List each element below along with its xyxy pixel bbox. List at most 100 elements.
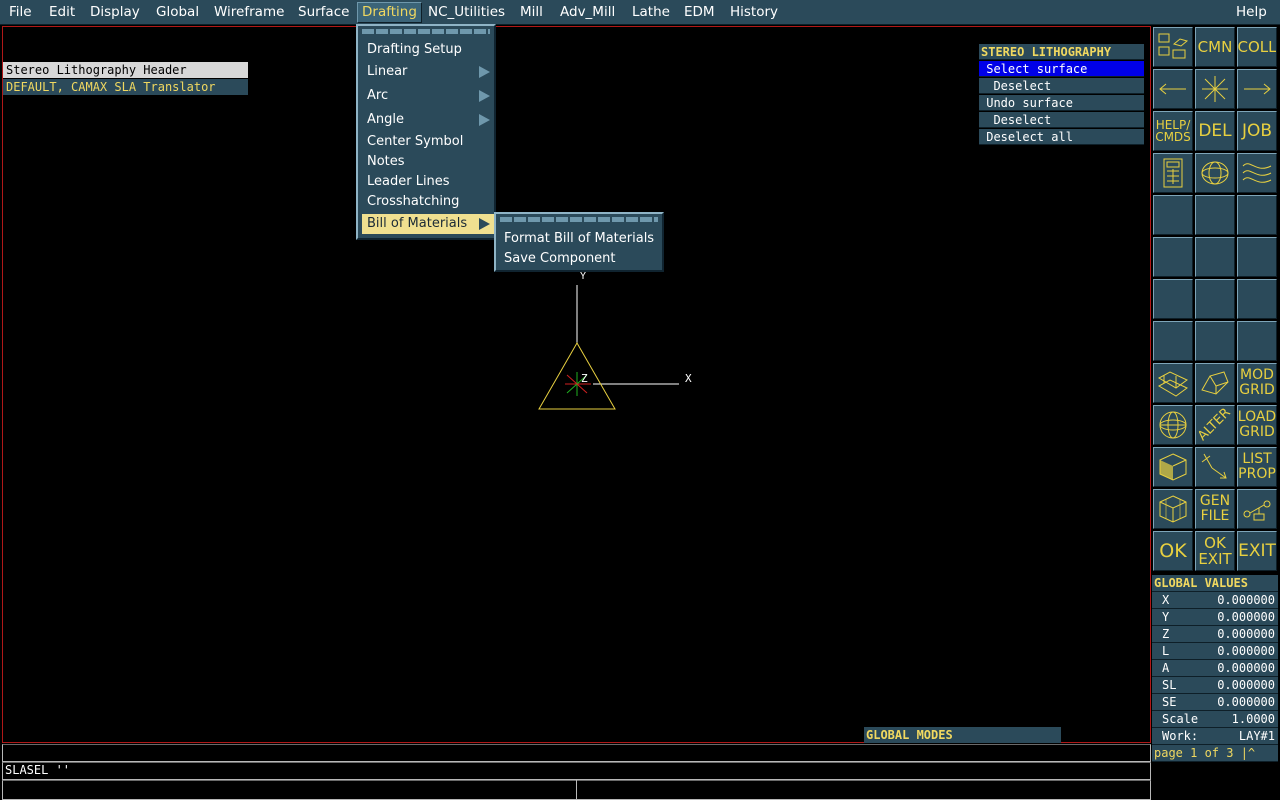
sla-undo-surface[interactable]: Undo surface bbox=[979, 95, 1144, 111]
sla-deselect[interactable]: Deselect bbox=[979, 78, 1144, 94]
menu-edit[interactable]: Edit bbox=[45, 2, 79, 23]
value-row-scale[interactable]: Scale 1.0000 bbox=[1152, 711, 1278, 728]
cmn-button[interactable]: CMN bbox=[1195, 27, 1235, 67]
wire-cube-icon[interactable] bbox=[1153, 489, 1193, 529]
linkage-icon[interactable] bbox=[1237, 489, 1277, 529]
menu-item-bill-of-materials[interactable]: Bill of Materials bbox=[362, 214, 494, 234]
status-divider bbox=[576, 780, 577, 800]
value-row-z[interactable]: Z 0.000000 bbox=[1152, 626, 1278, 643]
ok-button[interactable]: OK bbox=[1153, 531, 1193, 571]
menu-help[interactable]: Help bbox=[1232, 2, 1271, 23]
view-icon[interactable] bbox=[1153, 27, 1193, 67]
page-indicator[interactable]: page 1 of 3 |^ bbox=[1152, 745, 1278, 762]
menu-item-save-component[interactable]: Save Component bbox=[500, 249, 660, 269]
empty-slot[interactable] bbox=[1195, 279, 1235, 319]
menu-item-arc[interactable]: Arc bbox=[362, 86, 494, 106]
menu-item-drafting-setup[interactable]: Drafting Setup bbox=[362, 40, 494, 60]
empty-slot[interactable] bbox=[1195, 195, 1235, 235]
bom-submenu: Format Bill of Materials Save Component bbox=[494, 212, 664, 272]
value-row-x[interactable]: X 0.000000 bbox=[1152, 592, 1278, 609]
menu-drafting[interactable]: Drafting bbox=[357, 2, 422, 23]
ok-exit-button[interactable]: OK EXIT bbox=[1195, 531, 1235, 571]
menu-file[interactable]: File bbox=[5, 2, 36, 23]
snap-star-icon[interactable] bbox=[1195, 69, 1235, 109]
axis-x-label: X bbox=[685, 372, 692, 385]
drafting-dropdown: Drafting Setup Linear Arc Angle Center S… bbox=[356, 24, 496, 240]
submenu-arrow-icon bbox=[479, 66, 490, 78]
wireframe-sphere-icon[interactable] bbox=[1195, 153, 1235, 193]
load-grid-button[interactable]: LOAD GRID bbox=[1237, 405, 1277, 445]
menu-item-angle[interactable]: Angle bbox=[362, 110, 494, 130]
menu-global[interactable]: Global bbox=[152, 2, 203, 23]
global-modes-tab[interactable]: GLOBAL MODES bbox=[864, 727, 1061, 743]
message-line bbox=[2, 744, 1151, 762]
sla-panel-title: STEREO LITHOGRAPHY bbox=[979, 44, 1144, 60]
menu-adv-mill[interactable]: Adv_Mill bbox=[556, 2, 619, 23]
empty-slot[interactable] bbox=[1237, 321, 1277, 361]
menu-surface[interactable]: Surface bbox=[294, 2, 353, 23]
alter-button[interactable]: ALTER bbox=[1195, 405, 1235, 445]
menu-history[interactable]: History bbox=[726, 2, 782, 23]
submenu-arrow-icon bbox=[479, 90, 490, 102]
dimension-vector-icon[interactable] bbox=[1195, 447, 1235, 487]
command-line[interactable] bbox=[2, 762, 1151, 780]
menu-item-format-bom[interactable]: Format Bill of Materials bbox=[500, 229, 660, 249]
global-values-title: GLOBAL VALUES bbox=[1152, 575, 1278, 592]
menu-item-center-symbol[interactable]: Center Symbol bbox=[362, 132, 494, 152]
menu-mill[interactable]: Mill bbox=[516, 2, 547, 23]
command-text: SLASEL '' bbox=[5, 763, 71, 777]
header-title: Stereo Lithography Header bbox=[3, 62, 248, 78]
empty-slot[interactable] bbox=[1237, 237, 1277, 277]
submenu-arrow-icon bbox=[479, 218, 490, 230]
tearoff-handle[interactable] bbox=[362, 29, 490, 34]
submenu-arrow-icon bbox=[479, 114, 490, 126]
surface-wave-icon[interactable] bbox=[1237, 153, 1277, 193]
sla-deselect-all[interactable]: Deselect all bbox=[979, 129, 1144, 145]
empty-slot[interactable] bbox=[1153, 237, 1193, 277]
icon-panel: CMN COLL HELP/ CMDS DEL JOB MOD GRID ALT… bbox=[1152, 26, 1280, 573]
menu-display[interactable]: Display bbox=[86, 2, 144, 23]
sla-select-surface[interactable]: Select surface bbox=[979, 61, 1144, 77]
menu-edm[interactable]: EDM bbox=[680, 2, 719, 23]
menu-nc-utilities[interactable]: NC_Utilities bbox=[424, 2, 509, 23]
empty-slot[interactable] bbox=[1153, 321, 1193, 361]
menu-bar: File Edit Display Global Wireframe Surfa… bbox=[0, 0, 1280, 25]
arrow-left-icon[interactable] bbox=[1153, 69, 1193, 109]
value-row-y[interactable]: Y 0.000000 bbox=[1152, 609, 1278, 626]
mesh-surface-icon[interactable] bbox=[1153, 363, 1193, 403]
menu-item-crosshatching[interactable]: Crosshatching bbox=[362, 192, 494, 212]
value-row-se[interactable]: SE 0.000000 bbox=[1152, 694, 1278, 711]
value-row-a[interactable]: A 0.000000 bbox=[1152, 660, 1278, 677]
value-row-work[interactable]: Work: LAY#1 bbox=[1152, 728, 1278, 745]
menu-wireframe[interactable]: Wireframe bbox=[210, 2, 288, 23]
tearoff-handle[interactable] bbox=[500, 217, 658, 222]
empty-slot[interactable] bbox=[1237, 279, 1277, 319]
calculator-icon[interactable] bbox=[1153, 153, 1193, 193]
menu-item-leader-lines[interactable]: Leader Lines bbox=[362, 172, 494, 192]
value-row-sl[interactable]: SL 0.000000 bbox=[1152, 677, 1278, 694]
mod-grid-button[interactable]: MOD GRID bbox=[1237, 363, 1277, 403]
empty-slot[interactable] bbox=[1153, 195, 1193, 235]
list-prop-button[interactable]: LIST PROP bbox=[1237, 447, 1277, 487]
sla-undo-deselect[interactable]: Deselect bbox=[979, 112, 1144, 128]
header-subtitle: DEFAULT, CAMAX SLA Translator bbox=[3, 79, 248, 95]
exit-button[interactable]: EXIT bbox=[1237, 531, 1277, 571]
menu-item-linear[interactable]: Linear bbox=[362, 62, 494, 82]
globe-mesh-icon[interactable] bbox=[1153, 405, 1193, 445]
menu-item-notes[interactable]: Notes bbox=[362, 152, 494, 172]
empty-slot[interactable] bbox=[1195, 321, 1235, 361]
value-row-l[interactable]: L 0.000000 bbox=[1152, 643, 1278, 660]
solid-cube-icon[interactable] bbox=[1153, 447, 1193, 487]
model-part-icon[interactable] bbox=[1195, 363, 1235, 403]
help-cmds-button[interactable]: HELP/ CMDS bbox=[1153, 111, 1193, 151]
axis-z-label: Z bbox=[581, 372, 588, 385]
coll-button[interactable]: COLL bbox=[1237, 27, 1277, 67]
empty-slot[interactable] bbox=[1237, 195, 1277, 235]
empty-slot[interactable] bbox=[1153, 279, 1193, 319]
gen-file-button[interactable]: GEN FILE bbox=[1195, 489, 1235, 529]
arrow-right-icon[interactable] bbox=[1237, 69, 1277, 109]
del-button[interactable]: DEL bbox=[1195, 111, 1235, 151]
menu-lathe[interactable]: Lathe bbox=[628, 2, 674, 23]
empty-slot[interactable] bbox=[1195, 237, 1235, 277]
job-button[interactable]: JOB bbox=[1237, 111, 1277, 151]
